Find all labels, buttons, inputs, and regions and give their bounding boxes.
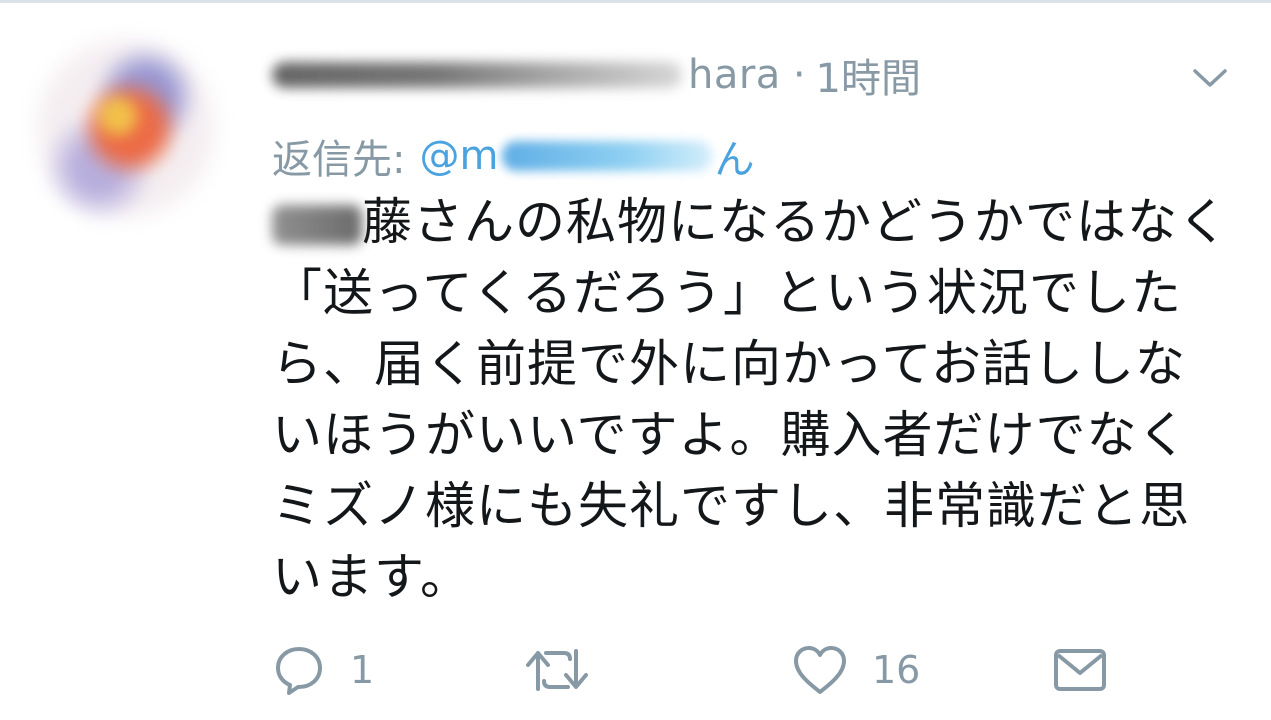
- reply-button[interactable]: 1: [272, 638, 374, 702]
- reply-bubble-icon: [276, 647, 322, 695]
- reply-to-line: 返信先: @m ん: [272, 126, 754, 186]
- top-divider: [0, 0, 1271, 3]
- blurred-reply-handle[interactable]: [502, 141, 713, 171]
- tweet-body: 藤さんの私物になるかどうかではなく 「送ってくるだろう」という状況でした ら、届…: [272, 187, 1232, 613]
- separator-dot: ·: [792, 52, 806, 98]
- reply-label: 返信先:: [272, 137, 406, 183]
- tweet-line-2: 「送ってくるだろう」という状況でした: [272, 264, 1182, 322]
- heart-icon: [794, 646, 846, 694]
- author-name-suffix[interactable]: hara: [688, 52, 781, 98]
- timestamp[interactable]: 1時間: [816, 46, 921, 104]
- reply-handle-at[interactable]: @m: [419, 133, 498, 179]
- tweet-line-1: 藤さんの私物になるかどうかではなく: [272, 187, 1232, 258]
- envelope-icon: [1054, 649, 1106, 691]
- tweet-line-3: ら、届く前提で外に向かってお話ししな: [272, 335, 1186, 393]
- tweet-line-6: います。: [272, 548, 471, 606]
- blurred-name-in-text: [272, 205, 362, 245]
- action-bar: 1 16: [272, 638, 1232, 702]
- avatar[interactable]: [28, 30, 224, 226]
- retweet-icon: [526, 649, 588, 691]
- name-suffix-text: 藤さん: [362, 193, 515, 251]
- like-button[interactable]: 16: [792, 638, 920, 702]
- like-count: 16: [872, 648, 921, 692]
- blurred-author-name[interactable]: [272, 62, 682, 88]
- tweet-menu-button[interactable]: [1186, 58, 1234, 98]
- retweet-button[interactable]: [524, 638, 590, 702]
- reply-handle-suffix[interactable]: ん: [714, 127, 754, 185]
- reply-count: 1: [350, 648, 375, 692]
- chevron-down-icon: [1193, 69, 1227, 87]
- share-button[interactable]: [1052, 638, 1108, 702]
- tweet-line-5: ミズノ様にも失礼ですし、非常識だと思: [272, 477, 1190, 535]
- tweet-header: hara · 1時間: [272, 45, 921, 105]
- tweet-line-4: いほうがいいですよ。購入者だけでなく: [272, 406, 1189, 464]
